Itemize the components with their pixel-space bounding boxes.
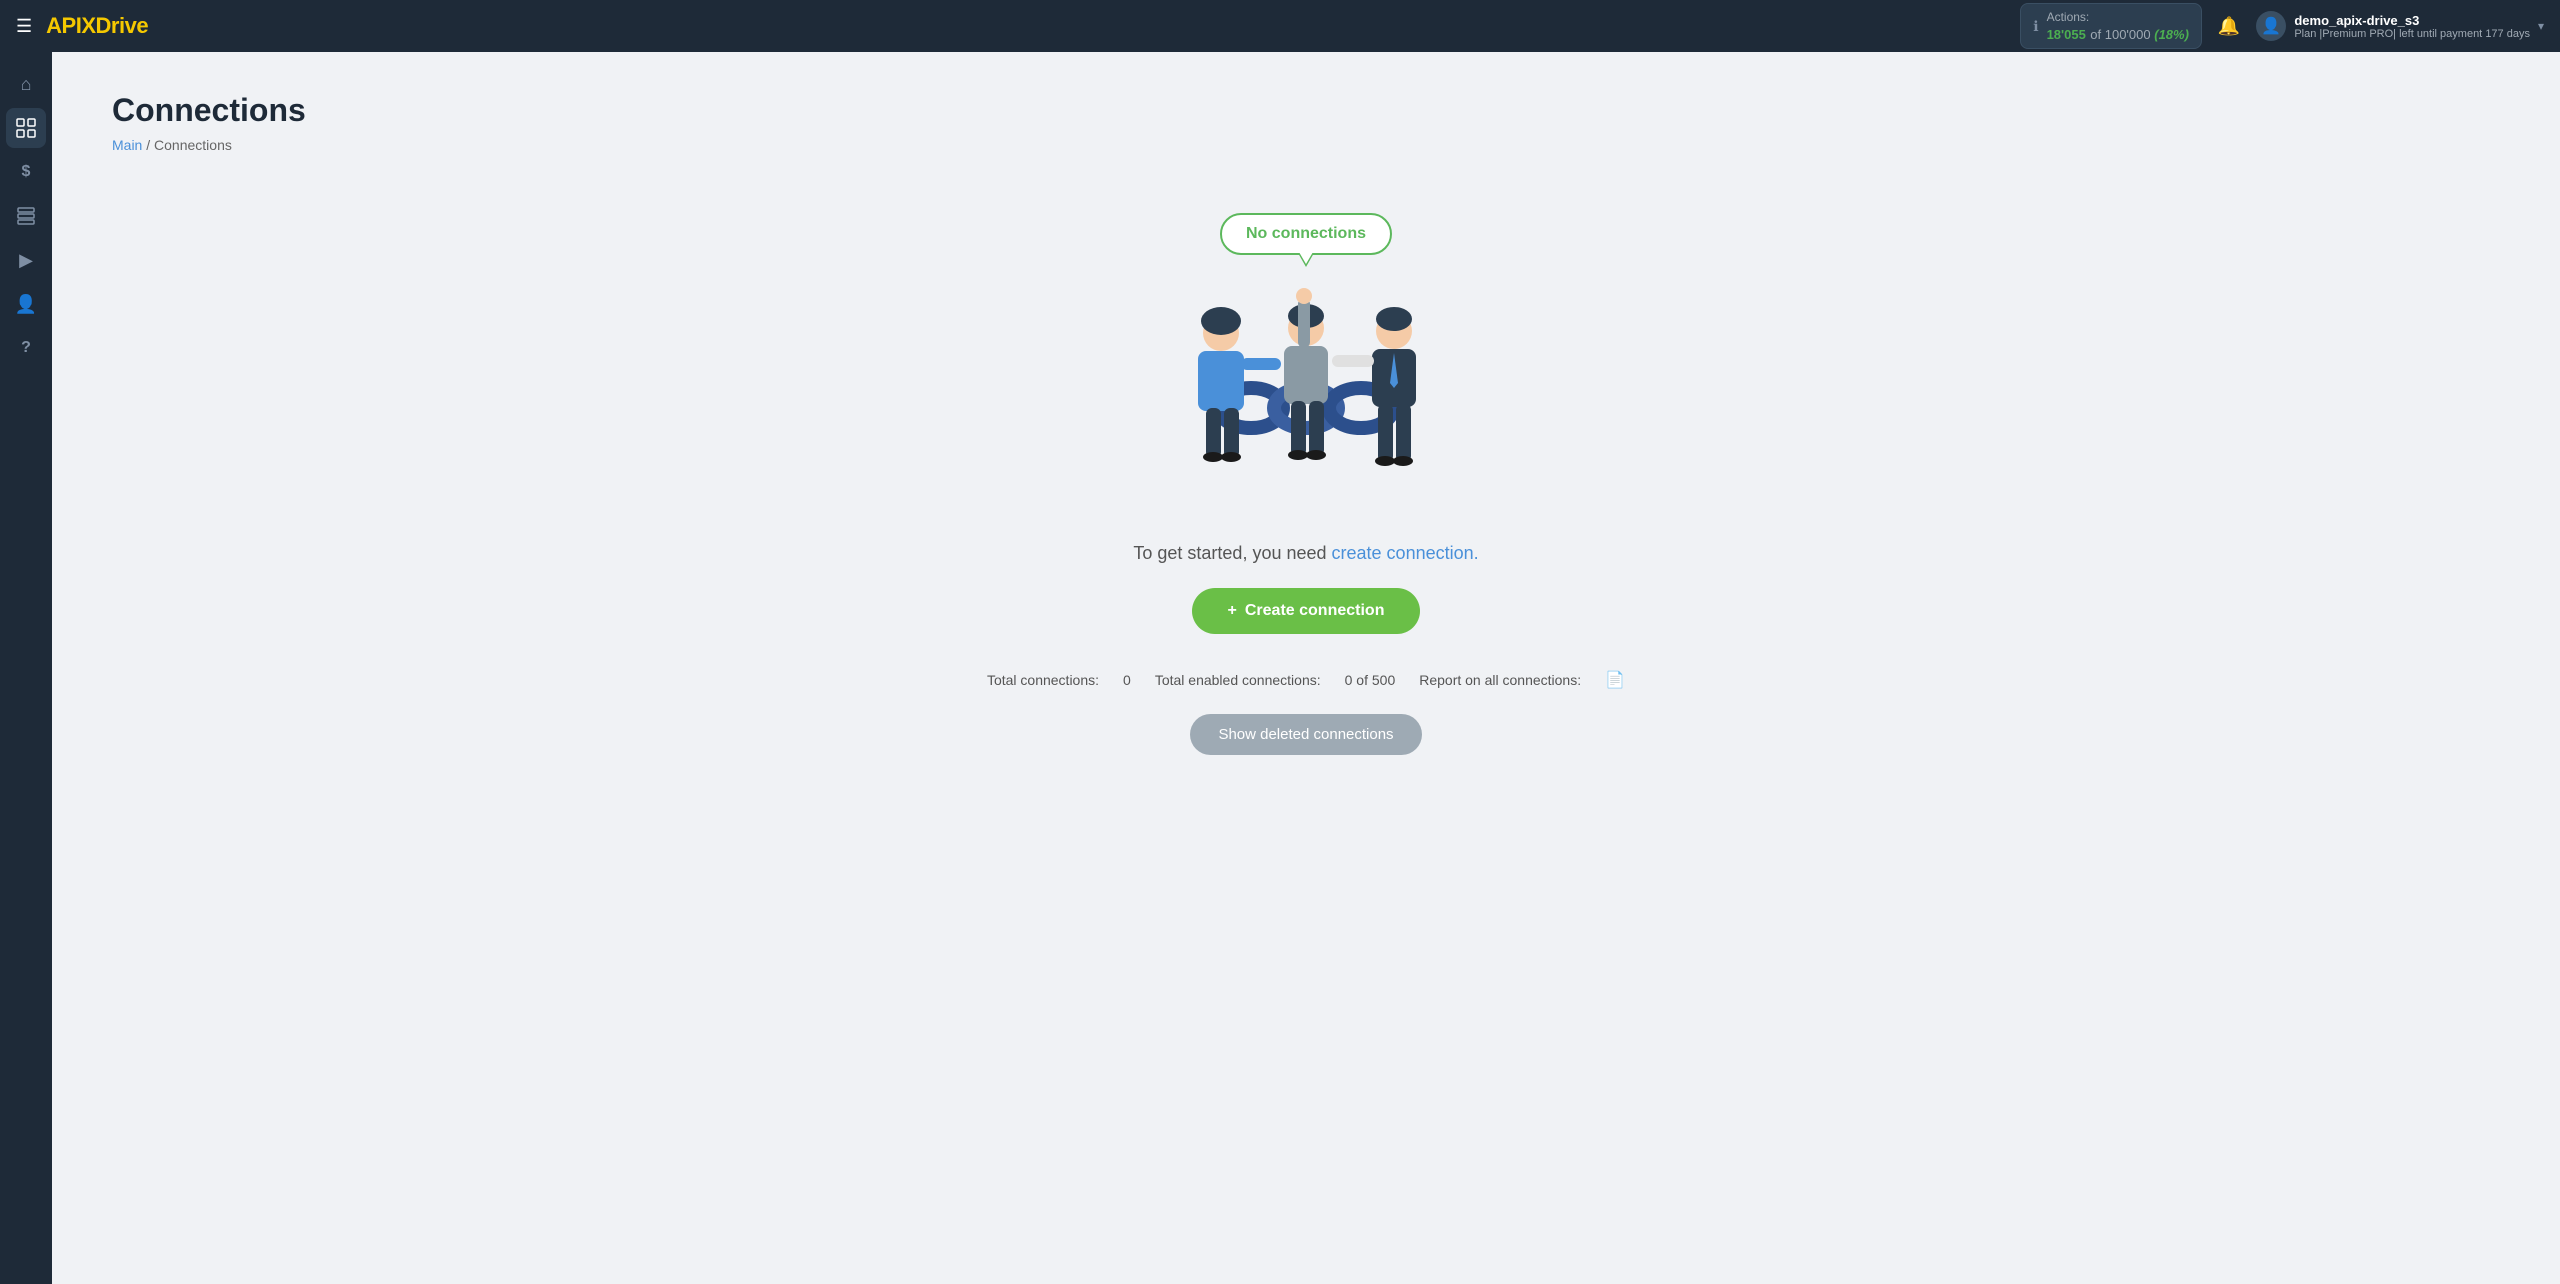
actions-info: Actions: 18'055 of 100'000 (18%) (2047, 8, 2189, 44)
illustration: No connections (1136, 213, 1476, 513)
breadcrumb: Main / Connections (112, 137, 2500, 153)
logo-prefix: API (46, 13, 81, 38)
avatar: 👤 (2256, 11, 2286, 41)
actions-total: of 100'000 (18%) (2090, 27, 2189, 42)
logo-x: X (81, 13, 95, 38)
user-plan: Plan |Premium PRO| left until payment 17… (2294, 28, 2530, 40)
total-enabled-label: Total enabled connections: (1155, 672, 1321, 688)
sidebar-item-connections[interactable] (6, 108, 46, 148)
actions-label: Actions: (2047, 10, 2090, 24)
layout: ⌂ $ ▶ 👤 ? Connections Main / Conn (0, 52, 2560, 1284)
breadcrumb-main-link[interactable]: Main (112, 137, 142, 153)
total-connections-value: 0 (1123, 672, 1131, 688)
topbar: ☰ APIXDrive ℹ Actions: 18'055 of 100'000… (0, 0, 2560, 52)
sidebar-item-tools[interactable] (6, 196, 46, 236)
actions-badge[interactable]: ℹ Actions: 18'055 of 100'000 (18%) (2020, 3, 2202, 49)
breadcrumb-separator: / (146, 137, 154, 153)
show-deleted-button[interactable]: Show deleted connections (1190, 714, 1421, 755)
page-title: Connections (112, 92, 2500, 129)
info-icon: ℹ (2033, 18, 2038, 35)
no-connections-bubble: No connections (1220, 213, 1392, 255)
create-connection-link[interactable]: create connection. (1332, 543, 1479, 563)
stats-row: Total connections: 0 Total enabled conne… (987, 670, 1625, 690)
user-details: demo_apix-drive_s3 Plan |Premium PRO| le… (2294, 13, 2530, 40)
sidebar-item-video[interactable]: ▶ (6, 240, 46, 280)
illustration-svg (1136, 253, 1476, 513)
sidebar-item-help[interactable]: ? (6, 328, 46, 368)
total-connections-label: Total connections: (987, 672, 1099, 688)
sidebar: ⌂ $ ▶ 👤 ? (0, 52, 52, 1284)
logo: APIXDrive (46, 13, 148, 39)
actions-count: 18'055 (2047, 27, 2086, 42)
user-info[interactable]: 👤 demo_apix-drive_s3 Plan |Premium PRO| … (2256, 11, 2544, 41)
chevron-down-icon: ▾ (2538, 19, 2544, 33)
report-label: Report on all connections: (1419, 672, 1581, 688)
total-enabled-value: 0 of 500 (1345, 672, 1396, 688)
sidebar-item-profile[interactable]: 👤 (6, 284, 46, 324)
logo-area: ☰ APIXDrive (16, 13, 2008, 39)
start-text: To get started, you need create connecti… (1133, 543, 1478, 564)
report-icon[interactable]: 📄 (1605, 670, 1625, 690)
topbar-actions: ℹ Actions: 18'055 of 100'000 (18%) 🔔 👤 d… (2020, 3, 2544, 49)
empty-state: No connections (112, 193, 2500, 775)
main-content: Connections Main / Connections No connec… (52, 52, 2560, 1284)
create-connection-label: Create connection (1245, 602, 1385, 620)
create-connection-button[interactable]: + Create connection (1192, 588, 1421, 634)
logo-suffix: Drive (96, 13, 149, 38)
hamburger-icon[interactable]: ☰ (16, 16, 32, 37)
sidebar-item-home[interactable]: ⌂ (6, 64, 46, 104)
plus-icon: + (1228, 602, 1237, 620)
sidebar-item-billing[interactable]: $ (6, 152, 46, 192)
user-name: demo_apix-drive_s3 (2294, 13, 2530, 28)
bell-icon[interactable]: 🔔 (2218, 16, 2240, 37)
breadcrumb-current: Connections (154, 137, 232, 153)
